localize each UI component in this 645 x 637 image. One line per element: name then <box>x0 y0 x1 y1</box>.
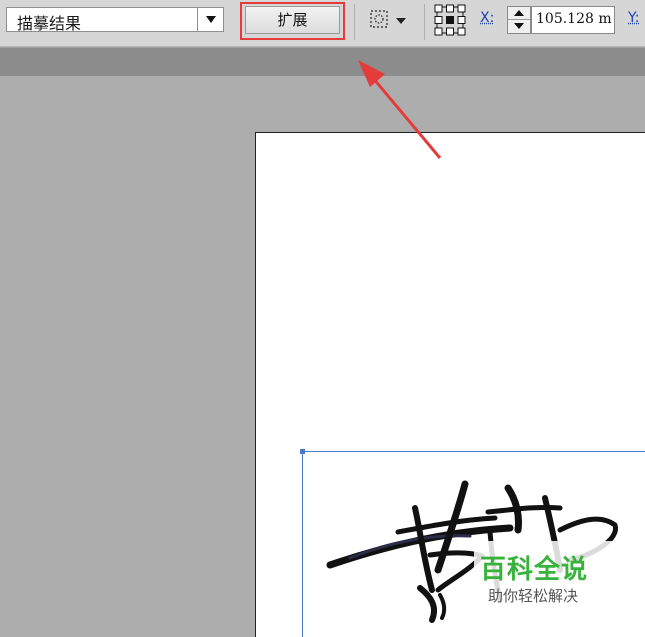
stepper-up-icon[interactable] <box>508 7 530 20</box>
x-coordinate-input[interactable]: 105.128 m <box>531 6 615 34</box>
dropdown-arrow-icon[interactable] <box>197 8 223 31</box>
dashed-selection-icon <box>370 10 388 28</box>
toolbar-separator <box>424 4 425 40</box>
control-toolbar: 描摹结果 扩展 X: 105.128 m Y: <box>0 0 645 47</box>
stepper-down-icon[interactable] <box>508 20 530 33</box>
selection-mode-dropdown[interactable] <box>368 8 408 32</box>
x-coordinate-label[interactable]: X: <box>480 10 494 26</box>
trace-result-dropdown-value: 描摹结果 <box>17 14 82 33</box>
document-tab-bar <box>0 47 645 76</box>
x-coordinate-stepper[interactable] <box>507 6 531 34</box>
watermark-title: 百科全说 <box>480 555 589 585</box>
chevron-down-icon <box>396 18 406 24</box>
y-coordinate-label[interactable]: Y: <box>628 10 639 26</box>
selection-handle[interactable] <box>300 449 305 454</box>
toolbar-separator <box>354 4 355 40</box>
trace-result-dropdown[interactable]: 描摹结果 <box>6 7 224 33</box>
expand-button[interactable]: 扩展 <box>245 6 340 34</box>
transform-grid-icon[interactable] <box>434 4 466 36</box>
watermark: 百科全说 助你轻松解决 <box>474 541 624 611</box>
red-arrow-annotation <box>358 60 442 159</box>
watermark-subtitle: 助你轻松解决 <box>488 587 579 605</box>
